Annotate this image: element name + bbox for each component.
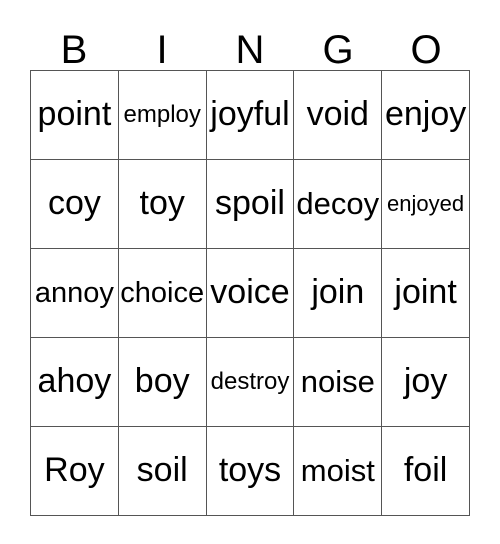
bingo-card: B I N G O point employ joyful void enjoy… bbox=[0, 0, 500, 544]
bingo-cell-label: boy bbox=[134, 362, 190, 401]
bingo-cell[interactable]: joy bbox=[382, 338, 470, 427]
bingo-cell-label: Roy bbox=[44, 451, 105, 490]
bingo-cell-label: joint bbox=[394, 273, 457, 312]
bingo-cell[interactable]: enjoyed bbox=[382, 160, 470, 249]
bingo-cell[interactable]: boy bbox=[118, 338, 207, 427]
bingo-header-row: B I N G O bbox=[30, 20, 470, 70]
bingo-cell[interactable]: ahoy bbox=[31, 338, 119, 427]
bingo-cell[interactable]: annoy bbox=[31, 249, 119, 338]
bingo-header-letter-o: O bbox=[410, 28, 442, 72]
bingo-cell[interactable]: enjoy bbox=[382, 71, 470, 160]
bingo-cell[interactable]: employ bbox=[118, 71, 207, 160]
bingo-cell-label: join bbox=[311, 273, 365, 312]
bingo-cell[interactable]: joyful bbox=[206, 71, 295, 160]
bingo-cell[interactable]: foil bbox=[382, 427, 470, 516]
bingo-cell[interactable]: toy bbox=[118, 160, 207, 249]
bingo-cell[interactable]: joint bbox=[382, 249, 470, 338]
bingo-cell-label: voice bbox=[210, 273, 290, 312]
bingo-cell-label: joyful bbox=[210, 95, 290, 134]
bingo-cell-label: spoil bbox=[215, 184, 285, 223]
bingo-cell[interactable]: toys bbox=[206, 427, 295, 516]
bingo-cell[interactable]: moist bbox=[294, 427, 383, 516]
bingo-cell[interactable]: spoil bbox=[206, 160, 295, 249]
bingo-cell-label: point bbox=[37, 95, 112, 134]
bingo-cell-label: joy bbox=[403, 362, 448, 401]
bingo-cell[interactable]: voice bbox=[206, 249, 295, 338]
bingo-cell-label: toys bbox=[218, 451, 282, 490]
bingo-header-letter-i: I bbox=[156, 28, 168, 72]
bingo-cell-label: moist bbox=[300, 452, 375, 488]
bingo-cell[interactable]: choice bbox=[118, 249, 207, 338]
bingo-grid: point employ joyful void enjoy coy toy s… bbox=[30, 70, 470, 516]
bingo-cell-label: choice bbox=[120, 276, 205, 309]
bingo-cell[interactable]: coy bbox=[31, 160, 119, 249]
bingo-cell-label: coy bbox=[47, 184, 101, 223]
bingo-cell-label: noise bbox=[300, 363, 375, 399]
bingo-cell-label: decoy bbox=[296, 185, 380, 221]
bingo-cell[interactable]: noise bbox=[294, 338, 383, 427]
bingo-cell[interactable]: void bbox=[294, 71, 383, 160]
bingo-header-letter-b: B bbox=[60, 28, 88, 72]
bingo-cell[interactable]: join bbox=[294, 249, 383, 338]
bingo-cell-label: soil bbox=[136, 451, 188, 490]
bingo-cell-label: ahoy bbox=[37, 362, 112, 401]
bingo-cell[interactable]: Roy bbox=[31, 427, 119, 516]
bingo-cell-label: destroy bbox=[210, 368, 290, 396]
bingo-cell-label: annoy bbox=[34, 276, 114, 309]
bingo-cell-label: void bbox=[306, 95, 369, 134]
bingo-header-letter-g: G bbox=[322, 28, 354, 72]
bingo-cell-label: toy bbox=[139, 184, 185, 223]
bingo-cell-label: foil bbox=[403, 451, 448, 490]
bingo-cell[interactable]: destroy bbox=[206, 338, 295, 427]
bingo-cell-label: enjoyed bbox=[387, 191, 465, 217]
bingo-cell[interactable]: point bbox=[31, 71, 119, 160]
bingo-cell-label: employ bbox=[123, 101, 201, 129]
bingo-cell[interactable]: soil bbox=[118, 427, 207, 516]
bingo-header-letter-n: N bbox=[235, 28, 265, 72]
bingo-cell[interactable]: decoy bbox=[294, 160, 383, 249]
bingo-cell-label: enjoy bbox=[384, 95, 467, 134]
